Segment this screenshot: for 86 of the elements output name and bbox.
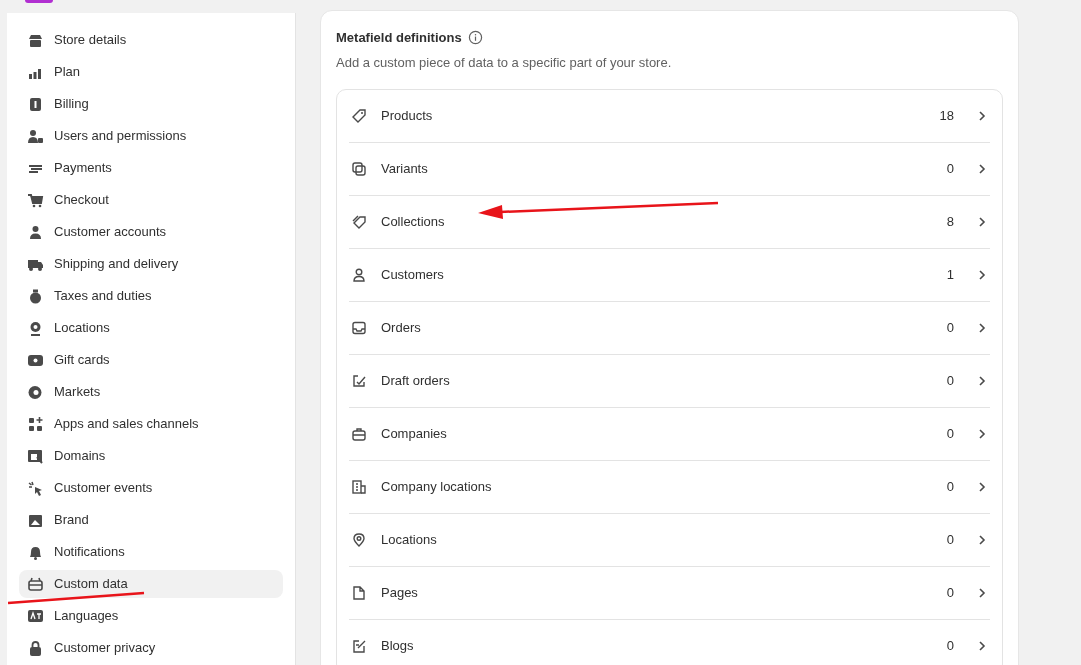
- chevron-icon: [976, 269, 988, 281]
- sidebar-item[interactable]: Customer privacy: [19, 634, 283, 662]
- pin-icon: [351, 532, 367, 548]
- sidebar-item[interactable]: Store details: [19, 26, 283, 54]
- building-icon: [351, 479, 367, 495]
- chevron-icon: [976, 481, 988, 493]
- row-count: 0: [946, 478, 954, 497]
- row-count: 18: [939, 107, 954, 126]
- tags-icon: [351, 214, 367, 230]
- sidebar-item[interactable]: Languages: [19, 602, 283, 630]
- sidebar-item[interactable]: Checkout: [19, 186, 283, 214]
- briefcase-icon: [351, 426, 367, 442]
- chevron-icon: [976, 534, 988, 546]
- sidebar-item[interactable]: Billing: [19, 90, 283, 118]
- edit-icon: [351, 373, 367, 389]
- row-label: Orders: [381, 319, 422, 338]
- row-label: Blogs: [381, 637, 415, 656]
- tag-icon: [351, 108, 367, 124]
- sidebar-item[interactable]: Users and permissions: [19, 122, 283, 150]
- row-count: 8: [946, 213, 954, 232]
- logo-icon: [25, 0, 53, 3]
- row-label: Customers: [381, 266, 445, 285]
- sidebar-item[interactable]: Gift cards: [19, 346, 283, 374]
- list-row[interactable]: Orders 0: [349, 302, 990, 355]
- row-count: 0: [946, 160, 954, 179]
- section-title: Metafield definitions: [336, 29, 462, 47]
- lock-icon: [27, 639, 44, 657]
- person-icon: [27, 223, 44, 241]
- list-row[interactable]: Company locations 0: [349, 461, 990, 514]
- window-icon: [27, 447, 44, 465]
- row-label: Collections: [381, 213, 446, 232]
- sidebar-item[interactable]: Notifications: [19, 538, 283, 566]
- row-count: 1: [946, 266, 954, 285]
- row-label: Company locations: [381, 478, 493, 497]
- row-count: 0: [946, 319, 954, 338]
- info-icon[interactable]: [467, 30, 483, 46]
- apps-icon: [27, 415, 44, 433]
- sidebar-item[interactable]: Payments: [19, 154, 283, 182]
- list-row[interactable]: Locations 0: [349, 514, 990, 567]
- section-description: Add a custom piece of data to a specific part of your store.: [336, 53, 673, 72]
- users-icon: [27, 127, 44, 145]
- list-row[interactable]: Products 18: [349, 90, 990, 143]
- box-icon: [27, 575, 44, 593]
- sidebar-item[interactable]: Taxes and duties: [19, 282, 283, 310]
- list-row[interactable]: Pages 0: [349, 567, 990, 620]
- row-label: Pages: [381, 584, 419, 603]
- squares-icon: [351, 161, 367, 177]
- chevron-icon: [976, 587, 988, 599]
- sidebar-item[interactable]: Locations: [19, 314, 283, 342]
- row-label: Draft orders: [381, 372, 451, 391]
- chevron-icon: [976, 216, 988, 228]
- row-label: Companies: [381, 425, 448, 444]
- sidebar-item[interactable]: Plan: [19, 58, 283, 86]
- sidebar-item[interactable]: Brand: [19, 506, 283, 534]
- row-label: Products: [381, 107, 434, 126]
- row-count: 0: [946, 425, 954, 444]
- sidebar-item[interactable]: Customer events: [19, 474, 283, 502]
- chevron-icon: [976, 322, 988, 334]
- person-icon: [351, 267, 367, 283]
- row-count: 0: [946, 372, 954, 391]
- list-row[interactable]: Customers 1: [349, 249, 990, 302]
- inbox-icon: [351, 320, 367, 336]
- sidebar-item[interactable]: Markets: [19, 378, 283, 406]
- row-count: 0: [946, 584, 954, 603]
- list-row[interactable]: Companies 0: [349, 408, 990, 461]
- cursor-icon: [27, 479, 44, 497]
- row-count: 0: [946, 531, 954, 550]
- chevron-icon: [976, 375, 988, 387]
- page-icon: [351, 585, 367, 601]
- list-row[interactable]: Draft orders 0: [349, 355, 990, 408]
- sidebar-item[interactable]: Customer accounts: [19, 218, 283, 246]
- sidebar-item[interactable]: Domains: [19, 442, 283, 470]
- sidebar-item[interactable]: Custom data: [19, 570, 283, 598]
- row-label: Variants: [381, 160, 429, 179]
- row-count: 0: [946, 637, 954, 656]
- cart-icon: [27, 191, 44, 209]
- chevron-icon: [976, 428, 988, 440]
- sidebar-item[interactable]: Apps and sales channels: [19, 410, 283, 438]
- chevron-icon: [976, 163, 988, 175]
- row-label: Locations: [381, 531, 438, 550]
- chevron-icon: [976, 640, 988, 652]
- edit-page-icon: [351, 638, 367, 654]
- chevron-icon: [976, 110, 988, 122]
- list-row[interactable]: Variants 0: [349, 143, 990, 196]
- list-row[interactable]: Blogs 0: [349, 620, 990, 665]
- sidebar-item[interactable]: Shipping and delivery: [19, 250, 283, 278]
